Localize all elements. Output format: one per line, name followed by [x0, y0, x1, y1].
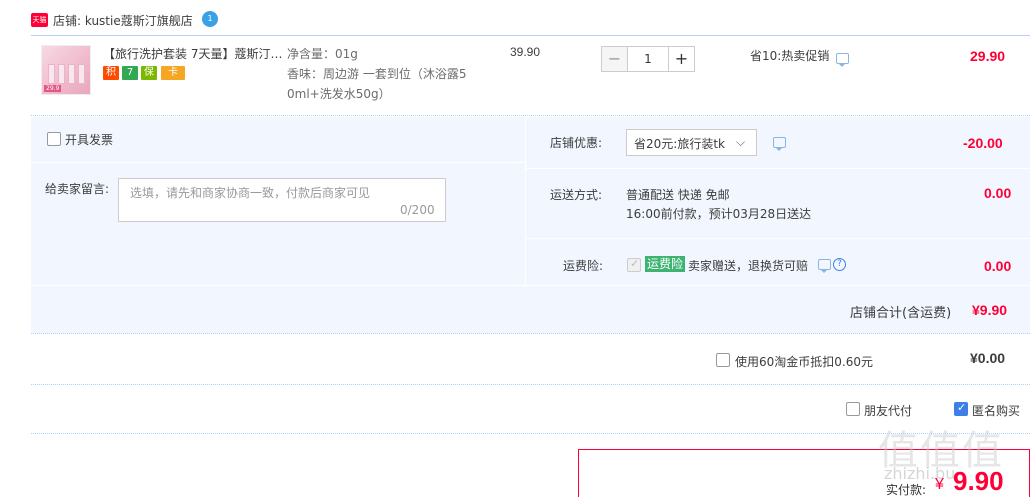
divider	[31, 285, 1030, 286]
bottle-shape	[48, 64, 55, 84]
invoice-label[interactable]: 开具发票	[65, 131, 113, 148]
coin-section	[31, 335, 1030, 385]
message-char-count: 0/200	[400, 203, 435, 217]
anonymous-checkbox[interactable]	[954, 401, 968, 416]
coupon-amount: -20.00	[963, 135, 1003, 151]
shipping-amount: 0.00	[984, 185, 1012, 201]
guarantee-badge-icon: 保	[141, 66, 157, 80]
divider	[525, 117, 526, 285]
store-total-value: ¥9.90	[972, 302, 1008, 318]
friend-pay-checkbox[interactable]	[846, 402, 860, 416]
insurance-amount: 0.00	[984, 258, 1012, 274]
seller-message-placeholder: 选填，请先和商家协商一致，付款后商家可见	[130, 186, 371, 200]
card-pay-badge-icon: 卡	[161, 66, 185, 80]
help-icon[interactable]: ?	[833, 258, 846, 271]
seven-day-return-badge-icon: 7	[122, 66, 138, 80]
store-name[interactable]: 店铺: kustie蔻斯汀旗舰店	[53, 12, 193, 29]
insurance-chat-icon[interactable]	[818, 259, 831, 273]
coupon-chat-icon[interactable]	[773, 137, 786, 151]
item-subtotal: 29.90	[970, 48, 1006, 64]
chevron-down-icon: ⌵	[736, 135, 746, 149]
quantity-increase-button[interactable]: +	[668, 46, 695, 72]
friend-pay-label[interactable]: 朋友代付	[864, 402, 912, 419]
wangwang-chat-icon[interactable]: 1	[202, 11, 218, 27]
payment-label: 实付款:	[886, 483, 927, 497]
tmall-logo-icon: 天猫	[31, 13, 48, 27]
quantity-input[interactable]: 1	[628, 46, 668, 72]
spec-net-content: 净含量：01g	[287, 47, 358, 61]
coin-label[interactable]: 使用60淘金币抵扣0.60元	[735, 353, 873, 370]
bottle-shape	[68, 64, 75, 84]
divider	[526, 168, 1030, 169]
anonymous-label[interactable]: 匿名购买	[972, 402, 1020, 419]
shipping-eta: 16:00前付款，预计03月28日送达	[626, 207, 812, 221]
spec-scent-line1: 香味：周边游 一套到位（沐浴露5	[287, 67, 467, 81]
points-badge-icon: 积	[103, 66, 119, 80]
store-coupon-value: 省20元:旅行装tk	[634, 137, 725, 151]
payment-currency: ¥	[935, 476, 944, 493]
payment-amount: 9.90	[953, 466, 1004, 496]
bottle-shape	[58, 64, 65, 84]
insurance-badge: 运费险	[645, 256, 686, 272]
spec-scent-line2: 0ml+洗发水50g）	[287, 87, 391, 101]
insurance-text: 卖家赠送，退换货可赔	[688, 259, 809, 273]
coin-value: ¥0.00	[970, 350, 1006, 366]
item-promotion: 省10:热卖促销	[750, 49, 830, 63]
promo-chat-icon[interactable]	[836, 53, 849, 67]
insurance-label: 运费险:	[563, 259, 604, 273]
shipping-method: 普通配送 快递 免邮	[626, 188, 730, 202]
coupon-label: 店铺优惠:	[550, 136, 603, 150]
thumbnail-price-tag: 29.9	[44, 85, 62, 92]
bottle-shape	[78, 64, 85, 84]
unit-price: 39.90	[510, 45, 541, 59]
quantity-decrease-button[interactable]: −	[601, 46, 628, 72]
invoice-checkbox[interactable]	[47, 132, 61, 146]
shipping-label: 运送方式:	[550, 188, 603, 202]
message-label: 给卖家留言:	[45, 182, 110, 196]
coin-checkbox[interactable]	[716, 353, 730, 367]
divider	[31, 162, 525, 163]
item-title-link[interactable]: 【旅行洗护套装 7天量】蔻斯汀旗舰店	[103, 45, 283, 62]
product-thumbnail[interactable]: 29.9	[41, 45, 91, 95]
insurance-checkbox	[627, 257, 641, 272]
store-total-label: 店铺合计(含运费)	[850, 306, 952, 321]
divider	[526, 238, 1030, 239]
